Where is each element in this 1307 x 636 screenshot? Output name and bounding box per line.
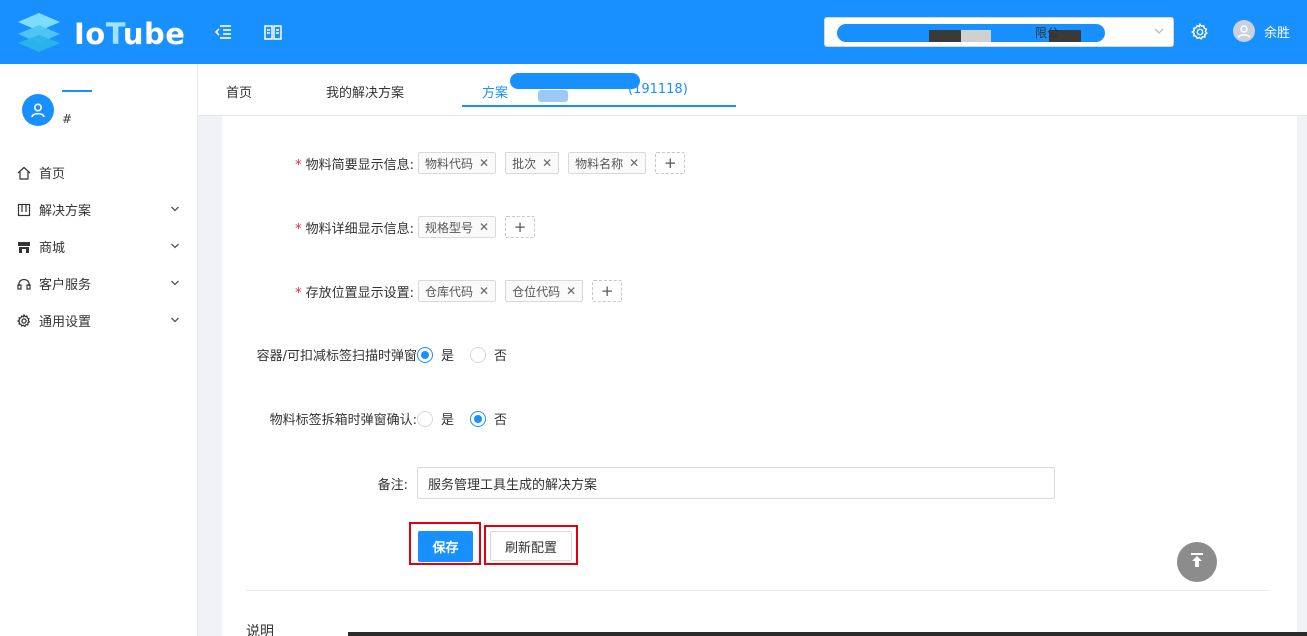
tab-solution-detail[interactable]: 方案 [482, 82, 508, 101]
tag-warehouse-code[interactable]: 仓库代码 ✕ [418, 280, 497, 302]
book-icon[interactable] [262, 21, 284, 43]
main-content: * 物料简要显示信息: 物料代码 ✕ 批次 ✕ 物料名称 ✕ + * 物料详细显示信息: … [222, 116, 1297, 636]
sidebar-item-label: 客户服务 [39, 278, 92, 293]
back-to-top-button[interactable] [1177, 542, 1217, 582]
split-popup-label: 物料标签拆箱时弹窗确认: [269, 413, 417, 428]
collapse-menu-icon[interactable] [212, 21, 234, 43]
close-icon[interactable]: ✕ [479, 220, 489, 234]
sidebar-item-label: 通用设置 [39, 315, 92, 330]
sidebar-item-shop[interactable]: 商城 [0, 228, 198, 265]
tag-location-code[interactable]: 仓位代码 ✕ [505, 280, 584, 302]
user-avatar-icon [1233, 20, 1255, 42]
tag-spec-model[interactable]: 规格型号 ✕ [418, 216, 497, 238]
remark-label: 备注: [377, 477, 408, 493]
chevron-down-icon [1153, 25, 1165, 41]
sidebar-item-home[interactable]: 首页 [0, 154, 198, 191]
storage-info-label: * 存放位置显示设置: [295, 285, 414, 301]
tag-material-code[interactable]: 物料代码 ✕ [418, 152, 497, 174]
tab-solution-label: 方案 [482, 86, 509, 101]
profile-hash: # [62, 112, 73, 126]
logo[interactable]: IoTube [16, 11, 185, 57]
sidebar-item-label: 商城 [39, 241, 66, 256]
redacted-tab-text [538, 90, 568, 102]
tab-my-solutions[interactable]: 我的解决方案 [326, 82, 404, 101]
remark-input[interactable]: 服务管理工具生成的解决方案 [417, 467, 1055, 499]
sidebar-item-label: 首页 [39, 167, 66, 182]
redacted-bar [961, 30, 991, 42]
redacted-tab-text [510, 73, 640, 89]
user-name: 余胜 [1264, 25, 1291, 41]
refresh-config-button[interactable]: 刷新配置 [490, 531, 572, 561]
arrow-up-icon [1189, 552, 1205, 572]
radio-container-yes[interactable]: 是 [417, 345, 454, 364]
radio-dot[interactable] [470, 346, 487, 363]
close-icon[interactable]: ✕ [629, 156, 639, 170]
radio-split-no[interactable]: 否 [470, 409, 507, 428]
gear-icon [17, 313, 31, 328]
add-tag-button[interactable]: + [592, 280, 623, 302]
shop-icon [17, 240, 31, 254]
close-icon[interactable]: ✕ [566, 284, 576, 298]
tab-solution-id: (191118) [628, 82, 688, 97]
detail-info-row: * 物料详细显示信息: 规格型号 ✕ + [222, 216, 536, 238]
save-button[interactable]: 保存 [418, 531, 473, 562]
sidebar-item-solutions[interactable]: 解决方案 [0, 191, 198, 228]
home-icon [17, 166, 31, 180]
add-tag-button[interactable]: + [505, 216, 536, 238]
container-popup-row: 容器/可扣减标签扫描时弹窗 是 否 [246, 345, 523, 364]
detail-info-label: * 物料详细显示信息: [295, 221, 414, 237]
tag-material-name[interactable]: 物料名称 ✕ [568, 152, 647, 174]
chevron-down-icon [170, 240, 180, 255]
gear-icon[interactable] [1189, 21, 1211, 43]
tab-home[interactable]: 首页 [226, 82, 252, 101]
sidebar-profile: # [22, 90, 92, 126]
organization-select[interactable]: 限公 [824, 17, 1174, 47]
user-menu[interactable]: 余胜 [1233, 20, 1290, 42]
close-icon[interactable]: ✕ [479, 156, 489, 170]
radio-dot[interactable] [417, 346, 433, 363]
storage-info-row: * 存放位置显示设置: 仓库代码 ✕ 仓位代码 ✕ + [222, 280, 623, 302]
redacted-bar [929, 30, 961, 42]
add-tag-button[interactable]: + [655, 152, 686, 174]
sidebar-item-customer-service[interactable]: 客户服务 [0, 265, 198, 302]
sidebar-item-general-settings[interactable]: 通用设置 [0, 302, 198, 339]
layers-icon [16, 11, 62, 57]
top-header: IoTube 限公 余胜 [0, 0, 1307, 64]
org-select-partial-text: 限公 [1035, 26, 1060, 40]
sidebar: # 首页 解决方案 商城 客户服务 通用设置 [0, 64, 198, 636]
divider [246, 590, 1269, 591]
split-popup-row: 物料标签拆箱时弹窗确认: 是 否 [222, 409, 523, 428]
headset-icon [17, 277, 31, 291]
tab-bar: 首页 我的解决方案 方案 (191118) [198, 64, 1307, 116]
radio-container-no[interactable]: 否 [470, 345, 507, 364]
close-icon[interactable]: ✕ [542, 156, 552, 170]
radio-dot[interactable] [417, 410, 433, 427]
remark-row: 备注: 服务管理工具生成的解决方案 [222, 467, 1055, 499]
tag-batch[interactable]: 批次 ✕ [505, 152, 560, 174]
avatar[interactable] [22, 94, 54, 126]
radio-split-yes[interactable]: 是 [417, 409, 454, 428]
close-icon[interactable]: ✕ [479, 284, 489, 298]
refresh-button-highlight: 刷新配置 [484, 525, 578, 565]
brief-info-row: * 物料简要显示信息: 物料代码 ✕ 批次 ✕ 物料名称 ✕ + [222, 152, 686, 174]
brief-info-label: * 物料简要显示信息: [295, 157, 414, 173]
sidebar-menu: 首页 解决方案 商城 客户服务 通用设置 [0, 154, 198, 339]
sidebar-item-label: 解决方案 [39, 204, 92, 219]
chevron-down-icon [170, 277, 180, 292]
active-tab-indicator [462, 105, 736, 107]
chevron-down-icon [170, 314, 180, 329]
redacted-profile-name [62, 90, 92, 92]
logo-text: IoTube [74, 17, 186, 51]
section-title: 说明 [246, 624, 274, 636]
chevron-down-icon [170, 203, 180, 218]
save-button-highlight: 保存 [409, 522, 481, 565]
solution-icon [17, 203, 31, 217]
radio-dot[interactable] [470, 410, 487, 427]
container-popup-label: 容器/可扣减标签扫描时弹窗 [256, 349, 417, 364]
bottom-strip [348, 632, 1307, 636]
